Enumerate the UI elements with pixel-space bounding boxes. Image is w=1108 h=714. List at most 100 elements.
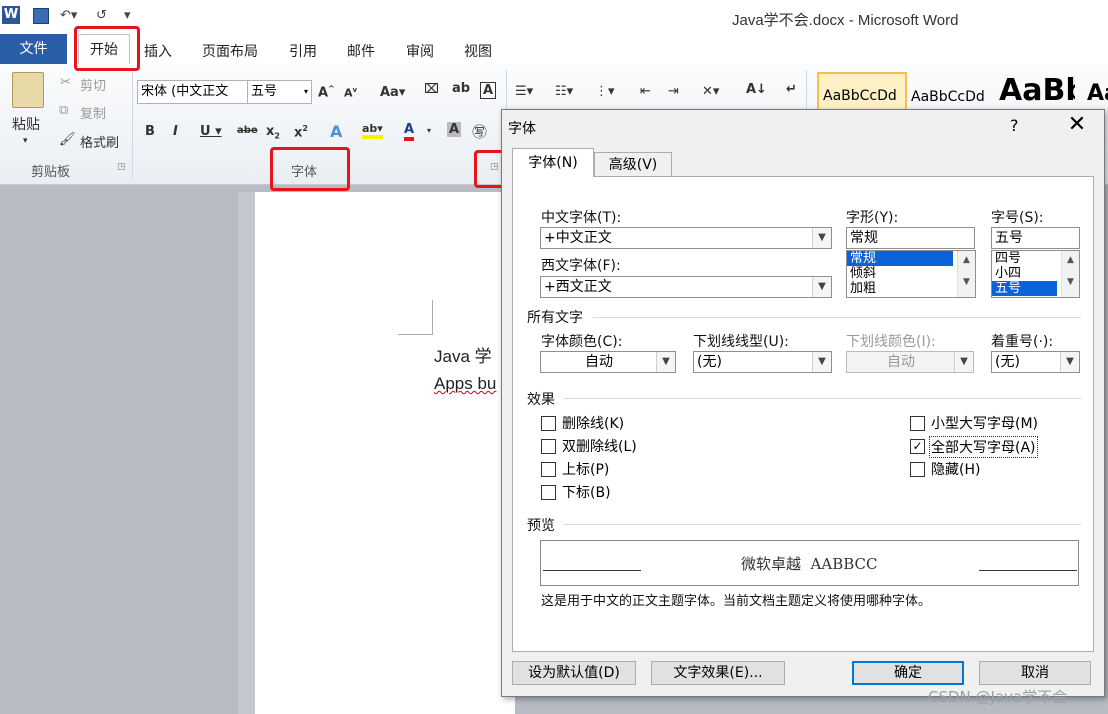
save-icon[interactable] <box>33 8 49 24</box>
list-item[interactable]: 加粗 <box>847 281 975 296</box>
tab-references[interactable]: 引用 <box>289 41 317 61</box>
scrollbar[interactable]: ▲ ▼ <box>957 251 975 297</box>
group-separator <box>132 70 133 178</box>
emphasis-combo[interactable]: (无) ▼ <box>991 351 1080 373</box>
strikethrough-checkbox[interactable] <box>541 416 556 431</box>
strikethrough-icon[interactable]: abe <box>237 125 258 136</box>
style-input[interactable]: 常规 <box>846 227 975 249</box>
set-default-button[interactable]: 设为默认值(D) <box>512 661 636 685</box>
copy-button[interactable]: 复制 <box>80 103 106 122</box>
close-button[interactable]: ✕ <box>1062 112 1092 138</box>
cut-icon[interactable]: ✂ <box>60 75 71 90</box>
hidden-label[interactable]: 隐藏(H) <box>931 459 980 479</box>
tab-mailings[interactable]: 邮件 <box>347 41 375 61</box>
double-strikethrough-label[interactable]: 双删除线(L) <box>562 436 637 456</box>
increase-indent-icon[interactable]: ⇥ <box>668 84 679 99</box>
tab-review[interactable]: 审阅 <box>406 41 434 61</box>
tab-font[interactable]: 字体(N) <box>512 148 594 177</box>
shrink-font-icon[interactable]: Av <box>344 86 357 100</box>
effects-section-label: 效果 <box>527 392 555 408</box>
superscript-checkbox[interactable] <box>541 462 556 477</box>
underline-style-combo[interactable]: (无) ▼ <box>693 351 832 373</box>
cn-font-label: 中文字体(T): <box>541 210 622 226</box>
all-caps-checkbox[interactable]: ✓ <box>910 439 925 454</box>
bold-icon[interactable]: B <box>145 124 155 139</box>
font-color-value: 自动 <box>585 354 613 370</box>
tab-view[interactable]: 视图 <box>464 41 492 61</box>
subscript-checkbox[interactable] <box>541 485 556 500</box>
text-effects-button[interactable]: 文字效果(E)... <box>651 661 785 685</box>
help-button[interactable]: ? <box>1010 116 1019 135</box>
font-color-combo[interactable]: 自动 ▼ <box>540 351 676 373</box>
superscript-label[interactable]: 上标(P) <box>562 459 609 479</box>
font-color-dropdown-icon[interactable]: ▾ <box>427 126 431 135</box>
paste-icon[interactable] <box>12 72 44 108</box>
scrollbar[interactable]: ▲ ▼ <box>1061 251 1079 297</box>
list-item[interactable]: 五号 <box>992 281 1057 296</box>
decrease-indent-icon[interactable]: ⇤ <box>640 84 651 99</box>
font-name-combo[interactable]: 宋体 (中文正文 <box>137 80 248 104</box>
west-font-combo[interactable]: +西文正文 ▼ <box>540 276 832 298</box>
multilevel-list-icon[interactable]: ⋮▾ <box>595 84 615 99</box>
chevron-down-icon: ▼ <box>812 352 831 372</box>
paste-button[interactable]: 粘贴 <box>12 114 40 134</box>
strikethrough-label[interactable]: 删除线(K) <box>562 413 624 433</box>
phonetic-guide-icon[interactable]: ab <box>452 81 470 96</box>
font-size-combo[interactable]: 五号 ▾ <box>247 80 312 104</box>
clipboard-launcher-icon[interactable]: ◳ <box>117 162 126 172</box>
hidden-checkbox[interactable] <box>910 462 925 477</box>
underline-icon[interactable]: U ▾ <box>200 124 222 139</box>
italic-icon[interactable]: I <box>173 124 178 139</box>
character-border-icon[interactable]: A <box>480 82 497 99</box>
highlight-color-icon[interactable]: ab▾ <box>362 122 383 139</box>
bullets-icon[interactable]: ☰▾ <box>515 84 533 99</box>
subscript-icon[interactable]: x2 <box>266 124 280 141</box>
format-painter-icon[interactable]: 🖌 <box>59 132 76 147</box>
character-shading-icon[interactable]: A <box>447 122 462 137</box>
tab-insert[interactable]: 插入 <box>144 41 172 61</box>
cut-button[interactable]: 剪切 <box>80 75 106 94</box>
list-item[interactable]: 倾斜 <box>847 266 975 281</box>
tab-advanced[interactable]: 高级(V) <box>594 152 672 177</box>
change-case-icon[interactable]: Aa▾ <box>380 85 405 100</box>
font-color-icon[interactable]: A <box>404 122 415 141</box>
format-painter-button[interactable]: 格式刷 <box>80 132 119 151</box>
style-listbox[interactable]: 常规 倾斜 加粗 ▲ ▼ <box>846 250 976 298</box>
size-listbox[interactable]: 四号 小四 五号 ▲ ▼ <box>991 250 1080 298</box>
double-strikethrough-checkbox[interactable] <box>541 439 556 454</box>
customize-toolbar-icon[interactable]: ▾ <box>124 8 131 23</box>
undo-icon[interactable]: ↶▾ <box>60 8 77 23</box>
small-caps-checkbox[interactable] <box>910 416 925 431</box>
chevron-down-icon: ▼ <box>812 228 831 248</box>
font-dialog: 字体 ? ✕ 字体(N) 高级(V) 中文字体(T): +中文正文 ▼ 字形(Y)… <box>501 109 1105 697</box>
word-app-icon[interactable]: W <box>2 6 20 24</box>
cancel-button[interactable]: 取消 <box>979 661 1091 685</box>
margin-corner-mark <box>398 300 433 335</box>
enclose-characters-icon[interactable]: ㊢ <box>472 121 487 142</box>
text-effects-icon[interactable]: A <box>330 122 342 141</box>
small-caps-label[interactable]: 小型大写字母(M) <box>931 413 1038 433</box>
chinese-layout-icon[interactable]: ✕▾ <box>702 84 719 99</box>
west-font-label: 西文字体(F): <box>541 258 621 274</box>
clear-formatting-icon[interactable]: ⌧ <box>424 82 439 97</box>
all-caps-label[interactable]: 全部大写字母(A) <box>929 436 1038 458</box>
superscript-icon[interactable]: x2 <box>294 124 308 140</box>
size-input[interactable]: 五号 <box>991 227 1080 249</box>
chevron-down-icon: ▼ <box>1060 352 1079 372</box>
cn-font-combo[interactable]: +中文正文 ▼ <box>540 227 832 249</box>
grow-font-icon[interactable]: A^ <box>318 84 335 100</box>
subscript-label[interactable]: 下标(B) <box>562 482 611 502</box>
show-marks-icon[interactable]: ↵ <box>786 82 797 97</box>
copy-icon[interactable]: ⧉ <box>59 103 68 118</box>
list-item[interactable]: 常规 <box>847 251 953 266</box>
tab-page-layout[interactable]: 页面布局 <box>202 41 258 61</box>
document-page[interactable]: Java 学 Apps bu <box>255 192 515 714</box>
section-divider <box>563 398 1081 399</box>
ok-button[interactable]: 确定 <box>852 661 964 685</box>
redo-icon[interactable]: ↺ <box>96 8 107 23</box>
tab-file[interactable]: 文件 <box>0 34 67 64</box>
numbering-icon[interactable]: ☷▾ <box>555 84 573 99</box>
paste-dropdown-icon[interactable]: ▾ <box>23 136 28 146</box>
sort-icon[interactable]: A↓ <box>746 82 767 97</box>
preview-box: 微软卓越 AABBCC <box>540 540 1079 586</box>
